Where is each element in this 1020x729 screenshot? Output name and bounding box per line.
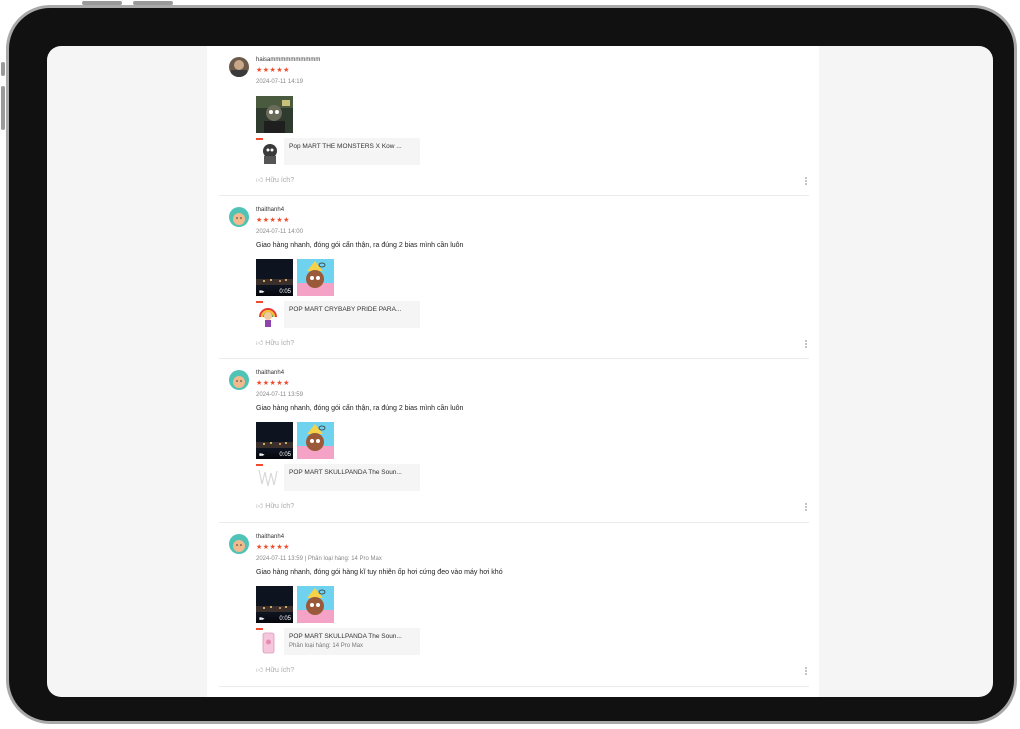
video-duration: 0:05 xyxy=(279,289,291,295)
product-info: POP MART SKULLPANDA The Soun... Phân loạ… xyxy=(284,628,420,655)
product-name: POP MART SKULLPANDA The Soun... xyxy=(289,633,402,640)
helpful-button[interactable]: 👍︎ Hữu ích? xyxy=(256,175,294,184)
video-overlay: ■▸ 0:05 xyxy=(256,287,293,296)
thumbs-up-icon: 👍︎ xyxy=(256,667,264,674)
review-item: thaithanh4 ★★★★★ 2024-07-11 13:59 | Phân… xyxy=(219,523,809,687)
review-date: 2024-07-11 14:00 xyxy=(256,229,303,235)
review-image[interactable] xyxy=(297,586,334,623)
review-comment: Giao hàng nhanh, đóng gói cẩn thận, ra đ… xyxy=(256,242,464,249)
product-name: POP MART CRYBABY PRIDE PARA... xyxy=(289,306,402,313)
avatar[interactable] xyxy=(229,207,249,227)
review-photo-icon xyxy=(297,259,334,296)
helpful-label: Hữu ích? xyxy=(265,667,295,674)
avatar-photo-icon xyxy=(229,57,249,77)
avatar-default-icon xyxy=(229,207,249,227)
volume-button xyxy=(82,1,122,5)
screen: haisammmmmmmmmm ★★★★★ 2024-07-11 14:19 P… xyxy=(47,46,993,697)
product-link[interactable]: Pop MART THE MONSTERS X Kow ... xyxy=(256,138,420,165)
helpful-button[interactable]: 👍︎ Hữu ích? xyxy=(256,501,294,510)
product-info: Pop MART THE MONSTERS X Kow ... xyxy=(284,138,420,165)
product-figure-icon xyxy=(256,301,277,327)
helpful-button[interactable]: 👍︎ Hữu ích? xyxy=(256,338,294,347)
helpful-label: Hữu ích? xyxy=(265,503,295,510)
side-button xyxy=(1,62,5,76)
rating-stars: ★★★★★ xyxy=(256,67,290,74)
product-figure-icon xyxy=(256,138,277,164)
review-comment: Giao hàng nhanh, đóng gói cẩn thận, ra đ… xyxy=(256,405,464,412)
rating-stars: ★★★★★ xyxy=(256,544,290,551)
avatar[interactable] xyxy=(229,534,249,554)
reviews-panel: haisammmmmmmmmm ★★★★★ 2024-07-11 14:19 P… xyxy=(207,46,819,697)
review-username: haisammmmmmmmmm xyxy=(256,57,321,63)
more-vertical-icon[interactable] xyxy=(805,667,807,675)
product-phone-case-icon xyxy=(256,464,278,487)
product-thumbnail xyxy=(256,464,280,491)
product-thumbnail xyxy=(256,301,280,328)
helpful-label: Hữu ích? xyxy=(265,177,295,184)
review-item: haisammmmmmmmmm ★★★★★ 2024-07-11 14:19 P… xyxy=(219,46,809,196)
thumbs-up-icon: 👍︎ xyxy=(256,503,264,510)
review-username: thaithanh4 xyxy=(256,534,285,540)
avatar[interactable] xyxy=(229,57,249,77)
power-button xyxy=(133,1,173,5)
review-username: thaithanh4 xyxy=(256,370,285,376)
review-username: thaithanh4 xyxy=(256,207,285,213)
more-vertical-icon[interactable] xyxy=(805,340,807,348)
product-phone-case-icon xyxy=(256,628,275,654)
more-vertical-icon[interactable] xyxy=(805,503,807,511)
video-overlay: ■▸ 0:05 xyxy=(256,614,293,623)
review-date: 2024-07-11 13:59 xyxy=(256,392,303,398)
product-info: POP MART SKULLPANDA The Soun... xyxy=(284,464,420,491)
review-date: 2024-07-11 14:19 xyxy=(256,79,303,85)
product-thumbnail xyxy=(256,138,280,165)
rating-stars: ★★★★★ xyxy=(256,380,290,387)
review-photo-icon xyxy=(297,586,334,623)
review-item xyxy=(219,687,809,697)
review-video[interactable]: ■▸ 0:05 xyxy=(256,422,293,459)
review-comment: Giao hàng nhanh, đóng gói hàng kĩ tuy nh… xyxy=(256,569,503,576)
product-name: POP MART SKULLPANDA The Soun... xyxy=(289,469,402,476)
video-camera-icon: ■▸ xyxy=(259,289,265,295)
avatar[interactable] xyxy=(229,370,249,390)
video-overlay: ■▸ 0:05 xyxy=(256,450,293,459)
helpful-label: Hữu ích? xyxy=(265,340,295,347)
video-camera-icon: ■▸ xyxy=(259,616,265,622)
review-video[interactable]: ■▸ 0:05 xyxy=(256,259,293,296)
review-image[interactable] xyxy=(297,259,334,296)
review-date: 2024-07-11 13:59 | Phân loại hàng: 14 Pr… xyxy=(256,556,382,562)
side-button xyxy=(1,86,5,130)
tablet-frame: haisammmmmmmmmm ★★★★★ 2024-07-11 14:19 P… xyxy=(6,5,1017,724)
avatar-default-icon xyxy=(229,534,249,554)
review-photo-icon xyxy=(256,96,293,133)
review-image[interactable] xyxy=(297,422,334,459)
review-image[interactable] xyxy=(256,96,293,133)
product-thumbnail xyxy=(256,628,280,655)
video-camera-icon: ■▸ xyxy=(259,452,265,458)
review-video[interactable]: ■▸ 0:05 xyxy=(256,586,293,623)
helpful-button[interactable]: 👍︎ Hữu ích? xyxy=(256,665,294,674)
review-photo-icon xyxy=(297,422,334,459)
thumbs-up-icon: 👍︎ xyxy=(256,177,264,184)
review-item: thaithanh4 ★★★★★ 2024-07-11 13:59 Giao h… xyxy=(219,359,809,523)
avatar-default-icon xyxy=(229,370,249,390)
more-vertical-icon[interactable] xyxy=(805,177,807,185)
video-duration: 0:05 xyxy=(279,452,291,458)
product-link[interactable]: POP MART CRYBABY PRIDE PARA... xyxy=(256,301,420,328)
product-link[interactable]: POP MART SKULLPANDA The Soun... Phân loạ… xyxy=(256,628,420,655)
thumbs-up-icon: 👍︎ xyxy=(256,340,264,347)
product-variant: Phân loại hàng: 14 Pro Max xyxy=(289,643,364,649)
video-duration: 0:05 xyxy=(279,616,291,622)
product-info: POP MART CRYBABY PRIDE PARA... xyxy=(284,301,420,328)
rating-stars: ★★★★★ xyxy=(256,217,290,224)
product-link[interactable]: POP MART SKULLPANDA The Soun... xyxy=(256,464,420,491)
review-item: thaithanh4 ★★★★★ 2024-07-11 14:00 Giao h… xyxy=(219,196,809,359)
product-name: Pop MART THE MONSTERS X Kow ... xyxy=(289,143,402,150)
